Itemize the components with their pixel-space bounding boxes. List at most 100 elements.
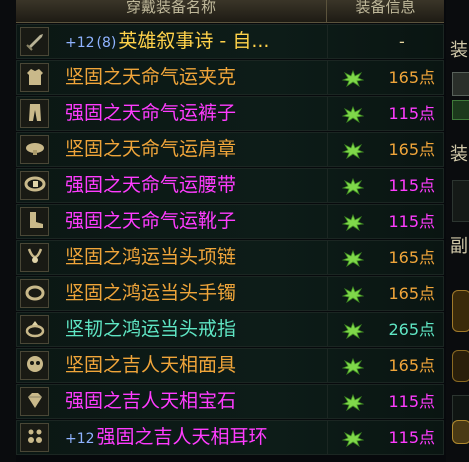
equipment-row[interactable]: 强固之天命气运裤子 115点 <box>16 96 444 131</box>
equipment-points: 165点 <box>388 140 435 159</box>
equipment-row[interactable]: 坚韧之鸿运当头戒指 265点 <box>16 312 444 347</box>
equipment-name-text: 英雄叙事诗 - 自... <box>118 30 270 52</box>
side-panel: 装 装 副 <box>446 0 469 462</box>
column-divider <box>327 25 328 58</box>
equipment-name-text: 强固之天命气运腰带 <box>65 174 237 196</box>
green-gem-icon <box>341 213 365 232</box>
side-char: 装 <box>450 40 468 61</box>
green-gem-icon <box>341 177 365 196</box>
green-gem-icon <box>341 393 365 412</box>
equipment-points: 165点 <box>388 284 435 303</box>
equipment-slot[interactable] <box>20 423 49 452</box>
equipment-name-text: 强固之吉人天相耳环 <box>96 426 268 448</box>
column-divider <box>327 277 328 310</box>
earring-icon <box>24 425 46 451</box>
equipment-name[interactable]: 强固之天命气运腰带 <box>65 169 236 202</box>
equipment-name[interactable]: 强固之吉人天相宝石 <box>65 385 236 418</box>
equipment-header: 穿戴装备名称 装备信息 <box>16 0 444 23</box>
equipment-name[interactable]: 坚固之吉人天相面具 <box>65 349 236 382</box>
column-divider <box>327 205 328 238</box>
equipment-points: 165点 <box>388 248 435 267</box>
equipment-points: 115点 <box>388 392 435 411</box>
equipment-name[interactable]: 坚韧之鸿运当头戒指 <box>65 313 236 346</box>
pants-icon <box>24 101 46 127</box>
equipment-points: 115点 <box>388 104 435 123</box>
equipment-name[interactable]: 坚固之天命气运肩章 <box>65 133 236 166</box>
equipment-row[interactable]: 坚固之天命气运肩章 165点 <box>16 132 444 167</box>
side-slot[interactable] <box>452 350 469 382</box>
mask-icon <box>24 353 46 379</box>
column-divider <box>327 385 328 418</box>
side-slot[interactable] <box>452 420 469 444</box>
enhance-level: +12 <box>65 35 95 51</box>
header-info-column: 装备信息 <box>355 0 416 16</box>
necklace-icon <box>24 245 46 271</box>
equipment-slot[interactable] <box>20 315 49 344</box>
equipment-name[interactable]: +12 强固之吉人天相耳环 <box>65 421 268 454</box>
side-button[interactable] <box>452 100 469 120</box>
equipment-slot[interactable] <box>20 207 49 236</box>
equipment-slot[interactable] <box>20 171 49 200</box>
green-gem-icon <box>341 69 365 88</box>
green-gem-icon <box>341 249 365 268</box>
equipment-row[interactable]: 坚固之天命气运夹克 165点 <box>16 60 444 95</box>
equipment-name-text: 强固之天命气运裤子 <box>65 102 237 124</box>
equipment-slot[interactable] <box>20 99 49 128</box>
equipment-name[interactable]: +12 (8) 英雄叙事诗 - 自... <box>65 25 269 58</box>
equipment-name-text: 坚固之天命气运夹克 <box>65 66 237 88</box>
side-button[interactable] <box>452 72 469 96</box>
equipment-row[interactable]: 坚固之鸿运当头手镯 165点 <box>16 276 444 311</box>
column-divider <box>327 61 328 94</box>
sword-icon <box>24 29 46 55</box>
belt-icon <box>24 173 46 199</box>
equipment-row[interactable]: 坚固之吉人天相面具 165点 <box>16 348 444 383</box>
equipment-points: 115点 <box>388 212 435 231</box>
equipment-points: 265点 <box>388 320 435 339</box>
equipment-name[interactable]: 坚固之鸿运当头项链 <box>65 241 236 274</box>
item-rank: (8) <box>96 35 117 51</box>
column-divider <box>327 97 328 130</box>
equipment-points: 165点 <box>388 356 435 375</box>
equipment-slot[interactable] <box>20 63 49 92</box>
left-edge <box>0 0 16 462</box>
equipment-name-text: 坚固之鸿运当头项链 <box>65 246 237 268</box>
side-slot[interactable] <box>452 180 469 222</box>
equipment-slot[interactable] <box>20 243 49 272</box>
equipment-name-text: 坚固之吉人天相面具 <box>65 354 237 376</box>
equipment-list: +12 (8) 英雄叙事诗 - 自... - 坚固之天命气运夹克 165点 强固之天命气运裤… <box>16 24 444 456</box>
equipment-slot[interactable] <box>20 351 49 380</box>
equipment-points: 165点 <box>388 68 435 87</box>
side-char: 装 <box>450 144 468 165</box>
equipment-slot[interactable] <box>20 27 49 56</box>
green-gem-icon <box>341 429 365 448</box>
equipment-row[interactable]: 强固之天命气运腰带 115点 <box>16 168 444 203</box>
equipment-slot[interactable] <box>20 279 49 308</box>
equipment-slot[interactable] <box>20 387 49 416</box>
equipment-row[interactable]: 强固之吉人天相宝石 115点 <box>16 384 444 419</box>
equipment-name-text: 坚韧之鸿运当头戒指 <box>65 318 237 340</box>
column-divider <box>327 313 328 346</box>
equipment-row[interactable]: 强固之天命气运靴子 115点 <box>16 204 444 239</box>
equipment-row[interactable]: 坚固之鸿运当头项链 165点 <box>16 240 444 275</box>
equipment-row[interactable]: +12 (8) 英雄叙事诗 - 自... - <box>16 24 444 59</box>
green-gem-icon <box>341 321 365 340</box>
equipment-slot[interactable] <box>20 135 49 164</box>
column-divider <box>327 421 328 454</box>
equipment-name[interactable]: 强固之天命气运裤子 <box>65 97 236 130</box>
equipment-name[interactable]: 坚固之天命气运夹克 <box>65 61 236 94</box>
equipment-points: 115点 <box>388 428 435 447</box>
gem-stone-icon <box>24 389 46 415</box>
green-gem-icon <box>341 357 365 376</box>
boots-icon <box>24 209 46 235</box>
equipment-row[interactable]: +12 强固之吉人天相耳环 115点 <box>16 420 444 455</box>
shoulder-icon <box>24 137 46 163</box>
equipment-name[interactable]: 强固之天命气运靴子 <box>65 205 236 238</box>
green-gem-icon <box>341 105 365 124</box>
enhance-level: +12 <box>65 431 95 447</box>
column-divider <box>327 349 328 382</box>
ring-icon <box>24 317 46 343</box>
equipment-name-text: 坚固之鸿运当头手镯 <box>65 282 237 304</box>
side-slot[interactable] <box>452 290 469 332</box>
equipment-name[interactable]: 坚固之鸿运当头手镯 <box>65 277 236 310</box>
equipment-panel: 穿戴装备名称 装备信息 +12 (8) 英雄叙事诗 - 自... - 坚固之天命气运夹克… <box>0 0 469 462</box>
